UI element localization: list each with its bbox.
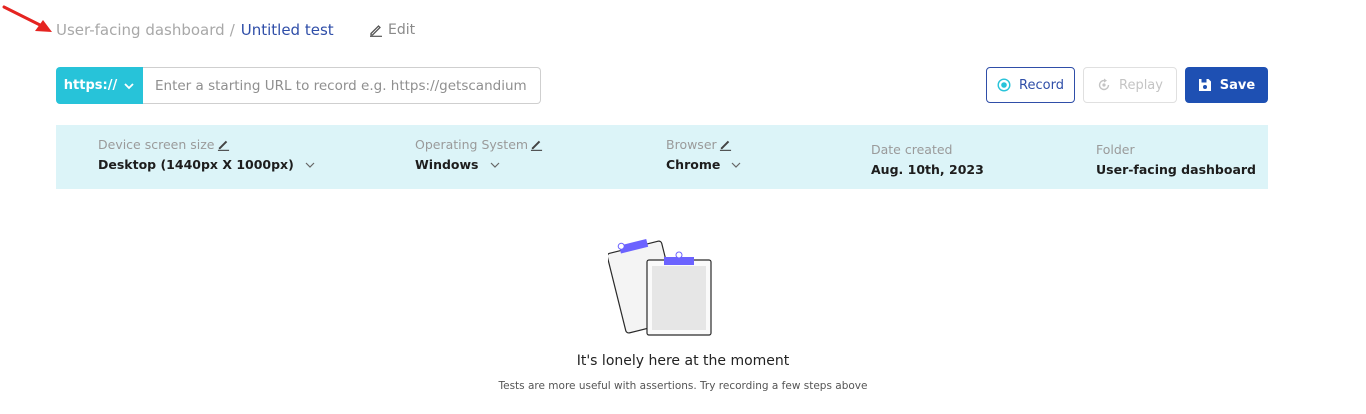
save-button[interactable]: Save — [1185, 67, 1268, 103]
empty-state-title: It's lonely here at the moment — [576, 353, 790, 369]
clipboard-illustration-icon — [608, 239, 712, 336]
os-select[interactable]: Windows — [415, 157, 543, 172]
test-settings-strip: Device screen size Desktop (1440px X 100… — [56, 125, 1268, 189]
browser-setting: Browser Chrome — [666, 135, 742, 172]
os-setting: Operating System Windows — [415, 135, 543, 172]
chevron-down-icon — [124, 82, 134, 89]
replay-button[interactable]: Replay — [1083, 67, 1177, 103]
breadcrumb-parent[interactable]: User-facing dashboard — [56, 21, 225, 39]
device-label: Device screen size — [98, 136, 215, 152]
record-icon — [997, 78, 1011, 92]
folder-label: Folder — [1096, 141, 1135, 157]
pencil-icon[interactable] — [719, 138, 732, 151]
date-created: Date created Aug. 10th, 2023 — [871, 140, 984, 178]
protocol-value: https:// — [63, 78, 118, 93]
folder-value: User-facing dashboard — [1096, 162, 1256, 177]
breadcrumb: User-facing dashboard / Untitled test — [56, 21, 334, 39]
os-label: Operating System — [415, 136, 529, 152]
protocol-select[interactable]: https:// — [56, 67, 143, 104]
starting-url-input[interactable] — [143, 67, 541, 104]
pencil-icon[interactable] — [217, 138, 230, 151]
pencil-icon[interactable] — [530, 138, 543, 151]
browser-value: Chrome — [666, 157, 721, 172]
browser-select[interactable]: Chrome — [666, 157, 742, 172]
edit-label: Edit — [388, 22, 416, 38]
annotation-arrow-icon — [2, 5, 52, 32]
chevron-down-icon — [731, 162, 741, 168]
record-button[interactable]: Record — [986, 67, 1075, 103]
empty-state-subtitle: Tests are more useful with assertions. T… — [498, 380, 868, 392]
replay-label: Replay — [1119, 77, 1163, 93]
breadcrumb-separator: / — [229, 21, 235, 39]
date-label: Date created — [871, 141, 953, 157]
os-value: Windows — [415, 157, 479, 172]
device-setting: Device screen size Desktop (1440px X 100… — [98, 135, 316, 172]
record-label: Record — [1019, 77, 1064, 93]
edit-test-name-button[interactable]: Edit — [369, 22, 415, 38]
url-bar: https:// — [56, 67, 541, 104]
folder-info: Folder User-facing dashboard — [1096, 140, 1256, 178]
chevron-down-icon — [305, 162, 315, 168]
chevron-down-icon — [490, 162, 499, 168]
date-value: Aug. 10th, 2023 — [871, 162, 984, 177]
breadcrumb-current[interactable]: Untitled test — [241, 21, 334, 39]
save-label: Save — [1219, 77, 1256, 93]
browser-label: Browser — [666, 136, 717, 152]
pencil-icon — [370, 25, 382, 37]
replay-icon — [1098, 78, 1110, 91]
device-value: Desktop (1440px X 1000px) — [98, 157, 294, 172]
device-select[interactable]: Desktop (1440px X 1000px) — [98, 157, 316, 172]
floppy-disk-icon — [1198, 79, 1211, 91]
